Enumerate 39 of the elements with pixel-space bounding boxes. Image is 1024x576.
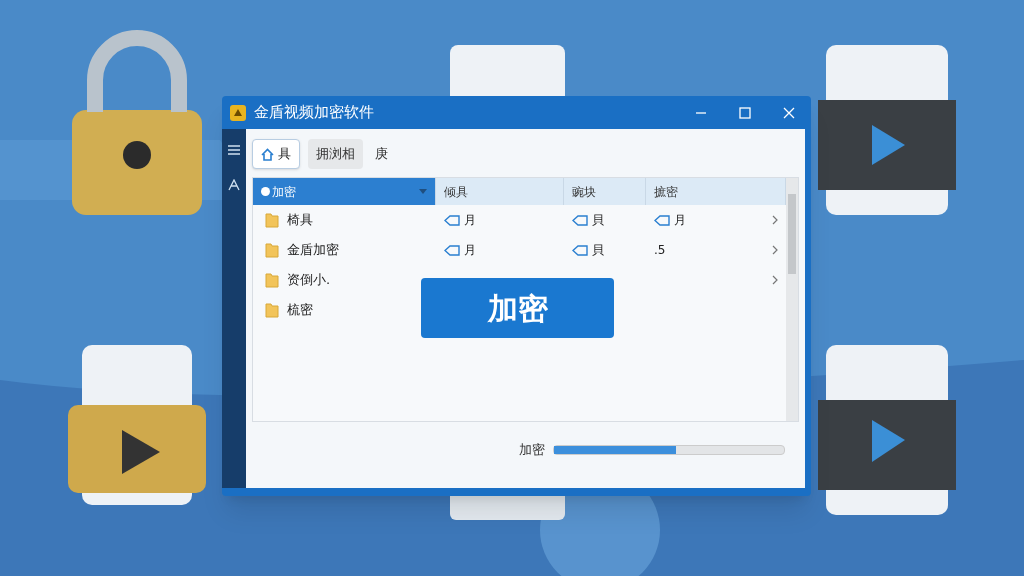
link-icon [444, 214, 460, 226]
link-icon [654, 214, 670, 226]
tab[interactable]: 庚 [371, 139, 392, 169]
link-icon [572, 214, 588, 226]
folder-name[interactable]: 资倒小. [287, 270, 331, 290]
progress-label: 加密 [519, 440, 545, 459]
folder-name[interactable]: 椅具 [287, 210, 313, 230]
chevron-right-icon[interactable] [772, 245, 778, 255]
close-icon[interactable] [783, 106, 795, 119]
table-cell-text: 月 [464, 212, 476, 229]
sidebar-icon[interactable] [228, 179, 240, 191]
column-header[interactable]: 加密 [253, 178, 436, 205]
table-cell-text: 貝 [592, 212, 604, 229]
tab[interactable]: 拥浏相 [308, 139, 363, 169]
table-cell-text: 貝 [592, 242, 604, 259]
window-title: 金盾视频加密软件 [254, 102, 374, 124]
column-header[interactable]: 豌块 [564, 178, 646, 205]
table-cell-text: .5 [654, 242, 666, 259]
tab[interactable]: 具 [252, 139, 300, 169]
folder-icon [265, 242, 279, 258]
folder-icon [265, 272, 279, 288]
folder-icon [265, 302, 279, 318]
circle-icon [261, 187, 270, 196]
maximize-icon[interactable] [739, 106, 751, 119]
folder-icon [265, 212, 279, 228]
column-header[interactable]: 倾具 [436, 178, 564, 205]
encrypt-button[interactable]: 加密 [421, 278, 614, 338]
chevron-right-icon[interactable] [772, 215, 778, 225]
table-cell-text: 月 [674, 212, 686, 229]
table-cell-text: 月 [464, 242, 476, 259]
menu-icon[interactable] [228, 145, 240, 155]
scrollbar[interactable] [786, 178, 798, 421]
app-logo-icon [230, 104, 246, 121]
folder-name[interactable]: 梳密 [287, 300, 313, 320]
folder-name[interactable]: 金盾加密 [287, 240, 339, 260]
home-icon [261, 147, 274, 161]
chevron-right-icon[interactable] [772, 275, 778, 285]
link-icon [572, 244, 588, 256]
link-icon [444, 244, 460, 256]
